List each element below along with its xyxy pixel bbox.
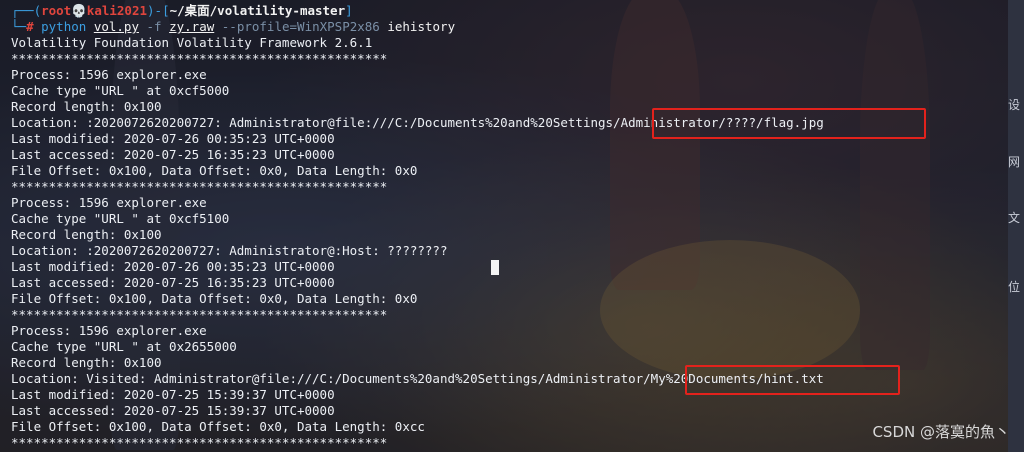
separator-line: ****************************************… bbox=[11, 179, 388, 194]
separator-line: ****************************************… bbox=[11, 307, 388, 322]
side-panel-label[interactable]: 位 bbox=[1008, 278, 1024, 295]
separator-line: ****************************************… bbox=[11, 51, 388, 66]
command-script: vol.py bbox=[93, 19, 139, 34]
output-line: Process: 1596 explorer.exe bbox=[11, 67, 207, 82]
prompt-hash: # bbox=[26, 19, 34, 34]
output-line: Cache type "URL " at 0x2655000 bbox=[11, 339, 237, 354]
side-panel-label[interactable]: 网 bbox=[1008, 153, 1024, 170]
hint-path-highlight bbox=[685, 365, 900, 395]
command-plugin: iehistory bbox=[387, 19, 456, 34]
command-image: zy.raw bbox=[169, 19, 215, 34]
output-line: Last accessed: 2020-07-25 16:35:23 UTC+0… bbox=[11, 275, 335, 290]
prompt-corner-top: ┌──( bbox=[11, 3, 42, 18]
output-line: Cache type "URL " at 0xcf5000 bbox=[11, 83, 230, 98]
prompt-host: kali2021 bbox=[86, 3, 148, 18]
output-line: Process: 1596 explorer.exe bbox=[11, 195, 207, 210]
separator-line: ****************************************… bbox=[11, 435, 388, 450]
prompt-corner-bottom: └─ bbox=[11, 19, 27, 34]
output-line: Process: 1596 explorer.exe bbox=[11, 323, 207, 338]
prompt-separator: )-[ bbox=[147, 3, 170, 18]
location-line-host: Location: :2020072620200727: Administrat… bbox=[11, 243, 448, 258]
side-panel bbox=[1008, 0, 1024, 452]
prompt-line-2: └─# python vol.py -f zy.raw --profile=Wi… bbox=[11, 19, 1008, 35]
side-panel-label[interactable]: 文 bbox=[1008, 209, 1024, 226]
command-profile: --profile=WinXPSP2x86 bbox=[221, 19, 380, 34]
command-f-flag: -f bbox=[146, 19, 162, 34]
side-panel-label[interactable]: 设 bbox=[1008, 96, 1024, 113]
prompt-user: root bbox=[41, 3, 72, 18]
csdn-watermark: CSDN @落寞的魚丶 bbox=[872, 423, 1010, 441]
prompt-path: ~/桌面/volatility-master bbox=[169, 3, 346, 18]
output-line: Record length: 0x100 bbox=[11, 227, 162, 242]
output-line: Last accessed: 2020-07-25 16:35:23 UTC+0… bbox=[11, 147, 335, 162]
output-line: File Offset: 0x100, Data Offset: 0x0, Da… bbox=[11, 419, 425, 434]
flag-path-highlight bbox=[652, 108, 926, 139]
output-line: File Offset: 0x100, Data Offset: 0x0, Da… bbox=[11, 291, 418, 306]
prompt-close-bracket: ] bbox=[345, 3, 353, 18]
output-line: Last modified: 2020-07-26 00:35:23 UTC+0… bbox=[11, 259, 335, 274]
skull-icon: 💀 bbox=[71, 3, 87, 18]
command-python: python bbox=[41, 19, 87, 34]
prompt-line-1: ┌──(root💀kali2021)-[~/桌面/volatility-mast… bbox=[11, 3, 1008, 19]
output-line: File Offset: 0x100, Data Offset: 0x0, Da… bbox=[11, 163, 418, 178]
terminal-cursor bbox=[491, 260, 499, 275]
output-line: Cache type "URL " at 0xcf5100 bbox=[11, 211, 230, 226]
output-line: Volatility Foundation Volatility Framewo… bbox=[11, 35, 373, 50]
output-line: Last accessed: 2020-07-25 15:39:37 UTC+0… bbox=[11, 403, 335, 418]
